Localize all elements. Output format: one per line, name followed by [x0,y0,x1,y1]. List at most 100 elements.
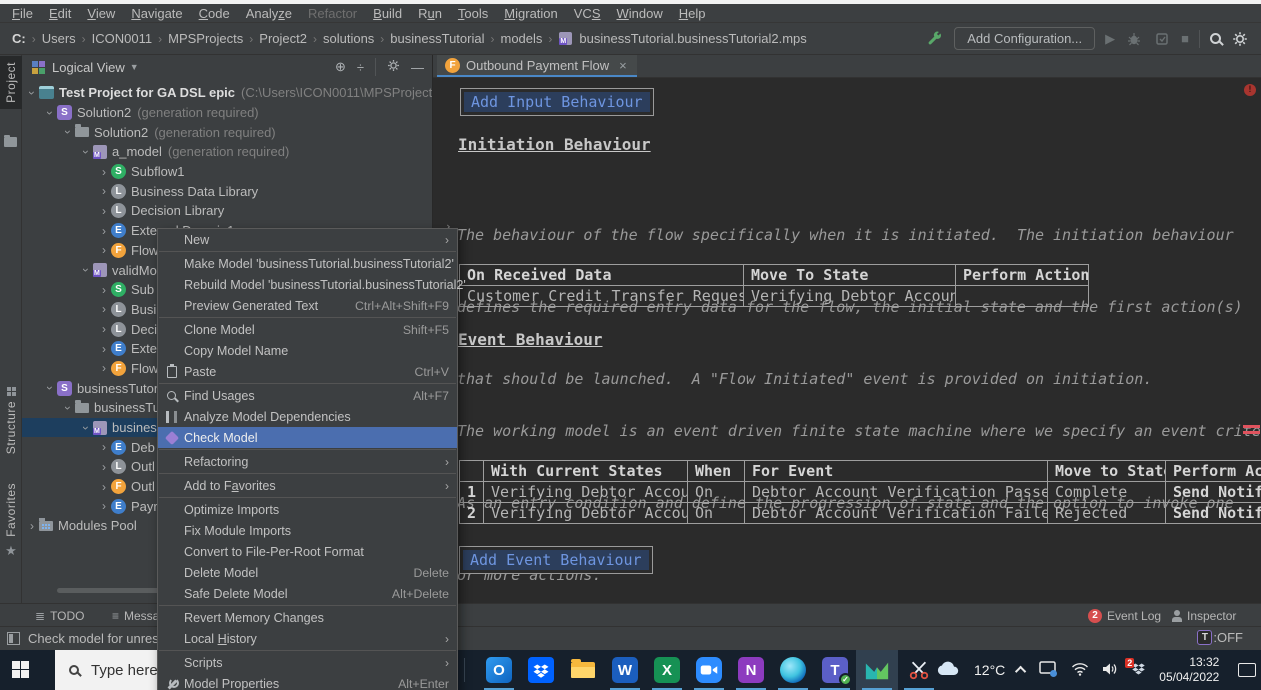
chevron-collapsed-icon[interactable]: › [97,322,111,336]
table-cell[interactable]: Send Notification [1166,482,1261,503]
table-cell[interactable]: Debtor Account Verification Failed [745,503,1048,524]
chevron-expanded-icon[interactable]: › [25,86,39,100]
context-menu-safe-delete-model[interactable]: Safe Delete ModelAlt+Delete [158,583,457,604]
menu-analyze[interactable]: Analyze [238,6,300,21]
context-menu-preview-generated-text[interactable]: Preview Generated TextCtrl+Alt+Shift+F9 [158,295,457,316]
chevron-expanded-icon[interactable]: › [61,401,75,415]
table-cell[interactable]: Customer Credit Transfer Request [460,286,744,307]
context-menu-check-model[interactable]: Check Model [158,427,457,448]
start-button[interactable] [12,661,29,678]
chevron-collapsed-icon[interactable]: › [97,361,111,375]
menu-window[interactable]: Window [609,6,671,21]
context-menu-optimize-imports[interactable]: Optimize Imports [158,499,457,520]
context-menu-new[interactable]: New› [158,229,457,250]
taskbar-app-snipping[interactable] [898,650,940,690]
action-center-icon[interactable] [1238,663,1256,677]
weather-temperature[interactable]: 12°C [974,662,1005,678]
view-selector[interactable]: Logical View [52,60,125,75]
panel-settings-gear-icon[interactable] [387,59,400,75]
breadcrumb-item[interactable]: C: [10,31,28,46]
add-configuration-button[interactable]: Add Configuration... [954,27,1095,50]
table-cell[interactable]: Verifying Debtor Account [484,482,688,503]
breadcrumb-item[interactable]: MPSProjects [166,31,245,46]
chevron-collapsed-icon[interactable]: › [97,342,111,356]
menu-build[interactable]: Build [365,6,410,21]
add-input-behaviour-button[interactable]: Add Input Behaviour [460,88,654,116]
tree-row[interactable]: ›LDecision Library [22,201,433,221]
context-menu-clone-model[interactable]: Clone ModelShift+F5 [158,319,457,340]
taskbar-app-edge[interactable] [772,650,814,690]
tree-row[interactable]: ›LBusiness Data Library [22,181,433,201]
weather-cloud-icon[interactable] [935,660,961,680]
table-header-cell[interactable]: For Event [745,461,1048,482]
table-cell[interactable]: Complete [1048,482,1166,503]
taskbar-clock[interactable]: 13:32 05/04/2022 [1159,655,1219,685]
typing-assist-indicator[interactable]: T :OFF [1197,630,1243,645]
settings-gear-icon[interactable] [1231,30,1249,48]
context-menu-scripts[interactable]: Scripts› [158,652,457,673]
chevron-collapsed-icon[interactable]: › [97,204,111,218]
context-menu-analyze-model-dependencies[interactable]: Analyze Model Dependencies [158,406,457,427]
folder-tool-icon[interactable] [4,137,17,147]
context-menu-refactoring[interactable]: Refactoring› [158,451,457,472]
menu-navigate[interactable]: Navigate [123,6,190,21]
menu-run[interactable]: Run [410,6,450,21]
chevron-collapsed-icon[interactable]: › [97,499,111,513]
context-menu-delete-model[interactable]: Delete ModelDelete [158,562,457,583]
locate-icon[interactable]: ⊕ [335,59,346,75]
project-tool-tab[interactable]: Project [0,56,22,109]
chevron-collapsed-icon[interactable]: › [97,460,111,474]
table-header-cell[interactable] [460,461,484,482]
context-menu-fix-module-imports[interactable]: Fix Module Imports [158,520,457,541]
breadcrumb-item[interactable]: businessTutorial [388,31,486,46]
chevron-expanded-icon[interactable]: › [79,421,93,435]
todo-tool-button[interactable]: ≣ TODO [35,604,85,627]
menu-refactor[interactable]: Refactor [300,6,365,21]
taskbar-app-word[interactable]: W [604,650,646,690]
breadcrumb-file[interactable]: businessTutorial.businessTutorial2.mps [577,31,808,46]
close-icon[interactable]: × [619,58,627,73]
chevron-expanded-icon[interactable]: › [43,381,57,395]
table-cell[interactable]: Debtor Account Verification Passed [745,482,1048,503]
chevron-collapsed-icon[interactable]: › [97,480,111,494]
structure-tool-tab[interactable]: Structure [0,387,22,454]
taskbar-app-outlook[interactable]: O [478,650,520,690]
context-menu-rebuild-model-businesstutorial[interactable]: Rebuild Model 'businessTutorial.business… [158,274,457,295]
hide-panel-icon[interactable]: — [411,60,424,75]
context-menu-revert-memory-changes[interactable]: Revert Memory Changes [158,607,457,628]
table-cell[interactable]: Send Notification [1166,503,1261,524]
menu-view[interactable]: View [79,6,123,21]
table-cell[interactable]: 1 [460,482,484,503]
chevron-collapsed-icon[interactable]: › [97,283,111,297]
taskbar-app-onenote[interactable]: N [730,650,772,690]
menu-file[interactable]: File [4,6,41,21]
context-menu-copy-model-name[interactable]: Copy Model Name [158,340,457,361]
menu-migration[interactable]: Migration [496,6,565,21]
favorites-tool-tab[interactable]: Favorites ★ [0,483,22,559]
chevron-expanded-icon[interactable]: › [43,106,57,120]
context-menu-make-model-businesstutorial-bu[interactable]: Make Model 'businessTutorial.businessTut… [158,253,457,274]
table-header-cell[interactable]: When [688,461,745,482]
table-header-cell[interactable]: Perform Action [956,265,1089,286]
table-cell[interactable]: Verifying Debtor Account [484,503,688,524]
menu-help[interactable]: Help [671,6,714,21]
build-wrench-icon[interactable] [926,30,944,48]
table-cell[interactable]: On [688,503,745,524]
menu-vcs[interactable]: VCS [566,6,609,21]
context-menu-paste[interactable]: PasteCtrl+V [158,361,457,382]
taskbar-app-excel[interactable]: X [646,650,688,690]
search-everywhere-icon[interactable] [1210,33,1221,44]
collapse-all-icon[interactable]: ÷ [357,60,364,75]
breadcrumb-item[interactable]: ICON0011 [90,31,154,46]
table-header-cell[interactable]: Move to State [1048,461,1166,482]
context-menu-model-properties[interactable]: Model PropertiesAlt+Enter [158,673,457,690]
breadcrumb-item[interactable]: models [498,31,544,46]
taskbar-app-teams[interactable]: T✓ [814,650,856,690]
context-menu-convert-to-file-per-root-forma[interactable]: Convert to File-Per-Root Format [158,541,457,562]
tree-row[interactable]: ›SSubflow1 [22,162,433,182]
wifi-icon[interactable] [1071,662,1089,679]
display-connect-icon[interactable] [1039,661,1058,680]
taskbar-app-dropbox[interactable] [520,650,562,690]
chevron-collapsed-icon[interactable]: › [97,302,111,316]
chevron-expanded-icon[interactable]: › [79,263,93,277]
